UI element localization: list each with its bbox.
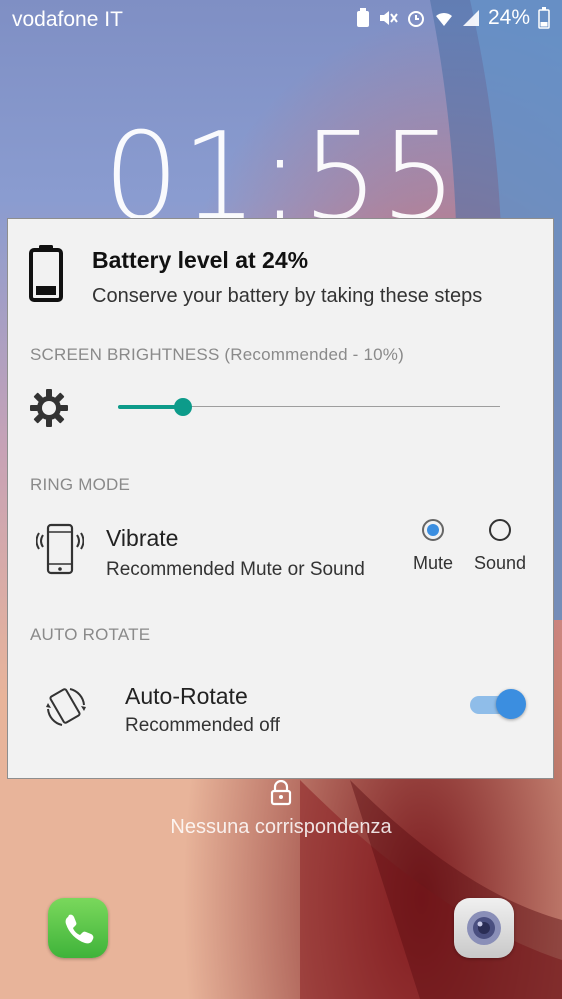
brightness-slider-thumb[interactable]: [173, 398, 192, 416]
auto-rotate-title: Auto-Rotate: [125, 683, 248, 709]
brightness-slider[interactable]: [118, 395, 500, 419]
mute-radio-dot: [427, 524, 440, 536]
status-icons: 24%: [356, 6, 550, 30]
ring-option-mute[interactable]: Mute: [413, 519, 453, 574]
mute-icon: [379, 11, 398, 25]
auto-rotate-section-label: AUTO ROTATE: [30, 625, 151, 644]
carrier-name: vodafone IT: [12, 8, 123, 31]
phone-icon: [65, 914, 94, 944]
wifi-icon: [435, 12, 452, 26]
signal-icon: [462, 10, 479, 26]
camera-shortcut-button[interactable]: [454, 898, 514, 958]
battery-percentage: 24%: [487, 6, 530, 29]
ring-mode-section-label: RING MODE: [30, 475, 131, 494]
brightness-icon: [30, 389, 68, 427]
ring-mode-current: Vibrate: [106, 525, 179, 551]
sound-radio[interactable]: [489, 519, 512, 541]
battery-icon: [538, 7, 550, 29]
battery-icon: [29, 245, 63, 302]
alarm-icon: [407, 11, 424, 27]
mute-radio-label[interactable]: Mute: [413, 553, 453, 574]
battery-dialog: Battery level at 24% Conserve your batte…: [7, 218, 554, 779]
ring-option-sound[interactable]: Sound: [474, 519, 526, 574]
brightness-section-label: SCREEN BRIGHTNESS (Recommended - 10%): [30, 345, 404, 364]
camera-icon: [467, 911, 501, 945]
dialog-subtitle: Conserve your battery by taking these st…: [92, 285, 483, 307]
auto-rotate-toggle[interactable]: [470, 689, 532, 721]
phone-shortcut-button[interactable]: [48, 898, 108, 958]
battery-saver-icon: [356, 8, 369, 27]
status-bar: vodafone IT 24%: [0, 0, 562, 40]
lock-icon: [270, 780, 292, 806]
vibrate-phone-icon: [36, 523, 84, 575]
mute-radio[interactable]: [422, 519, 445, 541]
auto-rotate-icon: [46, 688, 86, 726]
ring-mode-recommendation: Recommended Mute or Sound: [106, 559, 365, 580]
auto-rotate-recommendation: Recommended off: [125, 715, 280, 736]
dialog-title: Battery level at 24%: [92, 247, 309, 273]
auto-rotate-toggle-knob[interactable]: [496, 689, 526, 719]
sound-radio-label[interactable]: Sound: [474, 553, 526, 574]
unlock-status-text: Nessuna corrispondenza: [170, 816, 392, 838]
